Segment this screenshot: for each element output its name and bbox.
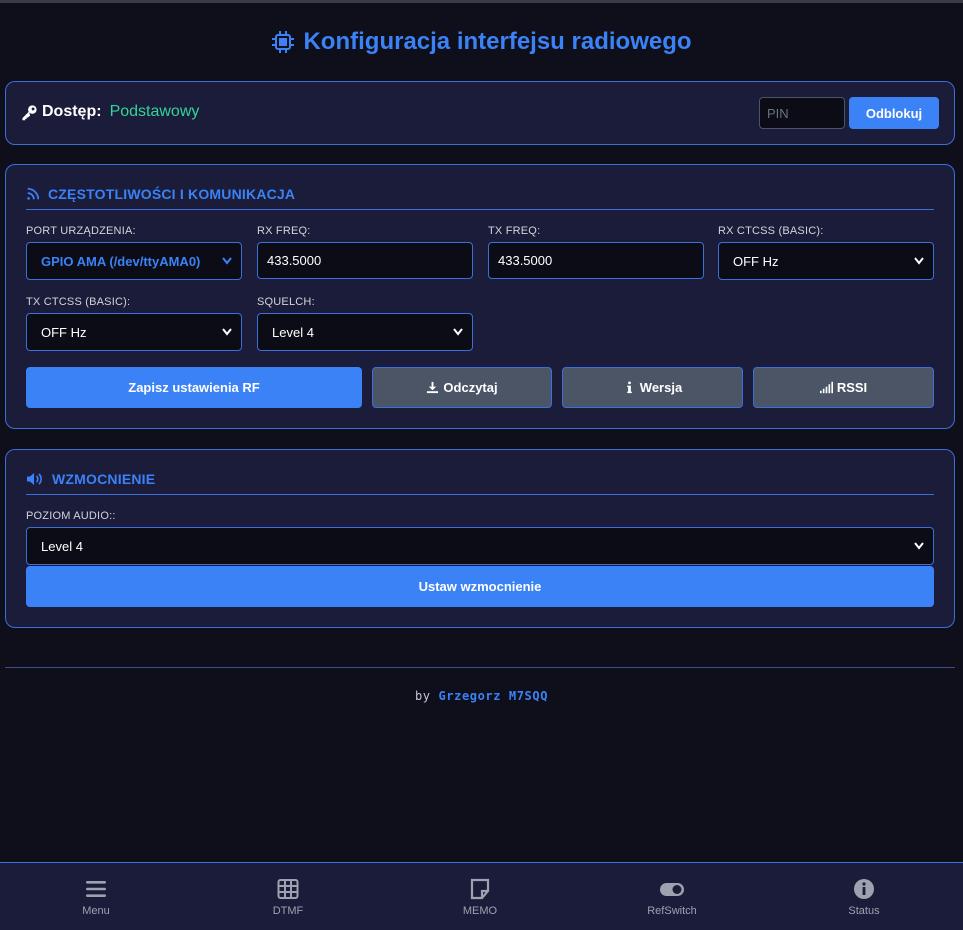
page-title: Konfiguracja interfejsu radiowego [0,28,963,56]
access-level-value: Podstawowy [109,103,200,120]
pin-input[interactable] [759,97,845,129]
rx-freq-value: 433.5000 [267,253,322,268]
port-select-value: GPIO AMA (/dev/ttyAMA0) [41,253,201,269]
chevron-down-icon [222,328,232,336]
info-icon [626,381,632,394]
nav-item-refswitch[interactable]: RefSwitch [576,863,768,930]
read-button[interactable]: Odczytaj [372,367,552,408]
hamburger-icon [86,881,106,897]
rx-ctcss-label: RX CTCSS (BASIC): [718,225,824,237]
bottom-nav: Menu DTMF MEMO RefSwitch Status [0,862,963,930]
credit-author[interactable]: Grzegorz M7SQQ [438,689,548,703]
save-rf-button[interactable]: Zapisz ustawienia RF [26,367,362,408]
nav-item-dtmf[interactable]: DTMF [192,863,384,930]
version-label: Wersja [639,380,683,395]
access-status: Dostęp: Podstawowy [21,103,199,121]
save-rf-label: Zapisz ustawienia RF [128,380,260,395]
access-card: Dostęp: Podstawowy Odblokuj [5,81,955,145]
access-label: Dostęp: [42,103,102,120]
tx-freq-value: 433.5000 [498,253,553,268]
nav-item-menu[interactable]: Menu [0,863,192,930]
chevron-down-icon [453,328,463,336]
rx-ctcss-select[interactable]: OFF Hz [718,242,934,280]
squelch-value: Level 4 [272,324,314,340]
toggle-switch-icon [660,883,684,896]
nav-label: DTMF [272,905,304,917]
squelch-label: SQUELCH: [257,296,315,308]
footer-divider [5,667,955,668]
rx-freq-input[interactable]: 433.5000 [257,242,473,279]
tx-ctcss-label: TX CTCSS (BASIC): [26,296,131,308]
squelch-select[interactable]: Level 4 [257,313,473,351]
port-label: PORT URZĄDZENIA: [26,225,136,237]
page-title-text: Konfiguracja interfejsu radiowego [303,28,692,55]
rx-ctcss-value: OFF Hz [733,253,779,269]
nav-label: MEMO [462,905,498,917]
gain-section-header: WZMOCNIENIE [26,471,934,495]
download-icon [427,381,439,394]
sticky-note-icon [470,878,490,900]
rf-section-header: CZĘSTOTLIWOŚCI I KOMUNIKACJA [26,186,934,210]
tx-freq-input[interactable]: 433.5000 [488,242,704,279]
signal-strength-icon [819,381,833,394]
audio-level-value: Level 4 [41,538,83,554]
tx-freq-label: TX FREQ: [488,225,541,237]
window-top-strip [0,0,963,3]
audio-level-select[interactable]: Level 4 [26,527,934,565]
set-gain-label: Ustaw wzmocnienie [418,579,542,594]
nav-label: Status [848,905,880,917]
nav-item-status[interactable]: Status [768,863,960,930]
rss-feed-icon [27,187,40,200]
chevron-down-icon [222,257,232,265]
port-select[interactable]: GPIO AMA (/dev/ttyAMA0) [26,242,242,280]
nav-item-memo[interactable]: MEMO [384,863,576,930]
cpu-chip-icon [272,31,295,53]
rssi-button[interactable]: RSSI [753,367,934,408]
rf-section-title: CZĘSTOTLIWOŚCI I KOMUNIKACJA [48,186,296,202]
chevron-down-icon [914,257,924,265]
footer-credit: by Grzegorz M7SQQ [0,689,963,703]
read-label: Odczytaj [443,380,498,395]
key-icon [22,104,37,120]
keypad-grid-icon [277,879,299,899]
rssi-label: RSSI [836,380,868,395]
unlock-button[interactable]: Odblokuj [849,97,939,129]
version-button[interactable]: Wersja [562,367,743,408]
tx-ctcss-select[interactable]: OFF Hz [26,313,242,351]
rx-freq-label: RX FREQ: [257,225,311,237]
speaker-icon [27,473,42,485]
gain-section-title: WZMOCNIENIE [52,471,156,487]
nav-label: Menu [82,905,110,917]
audio-level-label: POZIOM AUDIO:: [26,510,116,522]
nav-label: RefSwitch [647,905,697,917]
gain-card: WZMOCNIENIE POZIOM AUDIO:: Level 4 Ustaw… [5,449,955,628]
set-gain-button[interactable]: Ustaw wzmocnienie [26,566,934,607]
rf-settings-card: CZĘSTOTLIWOŚCI I KOMUNIKACJA PORT URZĄDZ… [5,164,955,429]
credit-by: by [414,689,431,703]
info-circle-icon [854,879,874,899]
chevron-down-icon [914,542,924,550]
tx-ctcss-value: OFF Hz [41,324,87,340]
